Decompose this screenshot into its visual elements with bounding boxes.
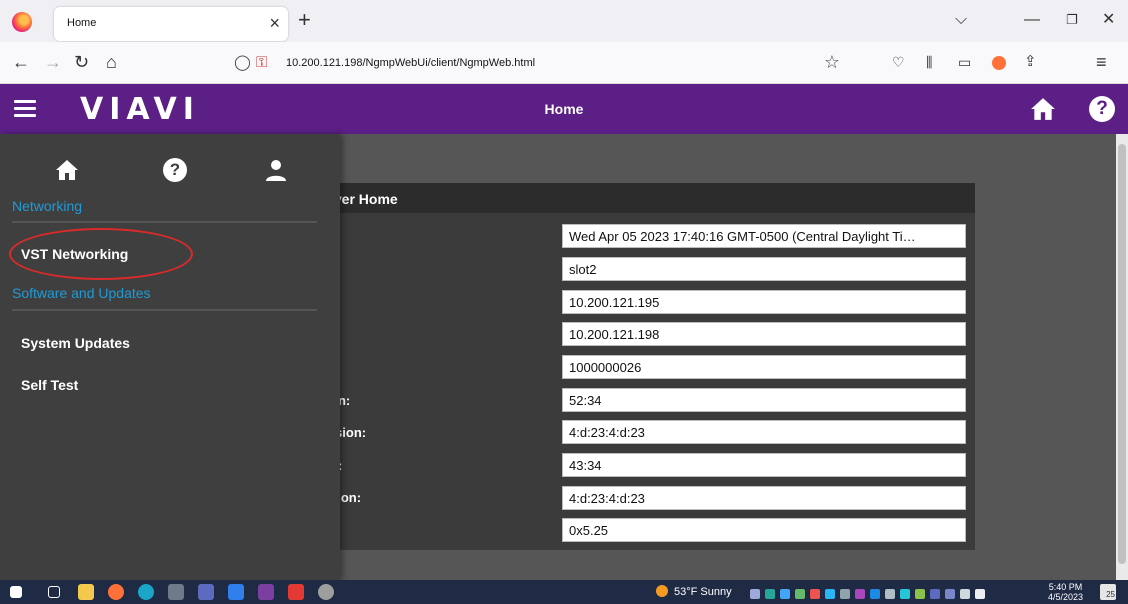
back-arrow-icon[interactable]: ← <box>12 51 30 73</box>
firefox-icon[interactable] <box>108 584 124 600</box>
window-close-icon[interactable]: ✕ <box>1102 8 1115 32</box>
serial-number-field: 1000000026 <box>562 355 966 379</box>
pocket-icon[interactable]: ♡ <box>892 51 905 73</box>
menu-item-self-test[interactable]: Self Test <box>21 377 78 393</box>
ip-address-field: 10.200.121.198 <box>562 322 966 346</box>
divider <box>12 221 317 223</box>
system-tray[interactable] <box>750 586 1030 599</box>
minimize-icon[interactable]: — <box>1024 8 1040 32</box>
tab-title: Home <box>67 17 97 29</box>
forward-arrow-icon[interactable]: → <box>44 51 62 73</box>
windows-taskbar: 53°F Sunny 5:40 PM 4/5/2023 25 <box>0 580 1128 604</box>
version-field: 4:d:23:4:d:23 <box>562 420 966 444</box>
task-view-icon[interactable] <box>48 586 60 598</box>
outlook-icon[interactable] <box>228 584 244 600</box>
slot-field: slot2 <box>562 257 966 281</box>
clock-time: 5:40 PM <box>1048 582 1083 592</box>
weather-widget[interactable]: 53°F Sunny <box>656 585 732 598</box>
shield-icon[interactable]: ◯ <box>234 54 251 72</box>
browser-nav-bar: ← → ↻ ⌂ ◯ ⚿ 10.200.121.198/NgmpWebUi/cli… <box>0 42 1128 84</box>
card-header: iver Home <box>330 183 975 213</box>
firefox-logo-icon[interactable] <box>12 12 32 32</box>
extension-icon[interactable] <box>992 56 1006 70</box>
acrobat-icon[interactable] <box>288 584 304 600</box>
highlight-annotation <box>9 228 193 280</box>
restore-icon[interactable]: ❐ <box>1066 8 1078 32</box>
date-time-field: Wed Apr 05 2023 17:40:16 GMT-0500 (Centr… <box>562 224 966 248</box>
chevron-down-icon[interactable]: ⌵ <box>955 8 967 32</box>
menu-item-system-updates[interactable]: System Updates <box>21 335 130 351</box>
close-icon[interactable]: × <box>269 13 280 33</box>
home-icon[interactable] <box>55 158 79 182</box>
weather-text: 53°F Sunny <box>674 586 732 598</box>
user-icon[interactable] <box>264 158 288 182</box>
reload-icon[interactable]: ↻ <box>74 51 89 73</box>
notification-icon[interactable]: 25 <box>1100 584 1116 600</box>
page-title: Home <box>544 101 584 117</box>
app-icon[interactable] <box>318 584 334 600</box>
taskbar-clock[interactable]: 5:40 PM 4/5/2023 <box>1048 582 1083 602</box>
library-icon[interactable]: ⫼ <box>926 51 932 73</box>
hardware-version-field: 0x5.25 <box>562 518 966 542</box>
version-field: 52:34 <box>562 388 966 412</box>
windows-start-icon[interactable] <box>10 586 22 598</box>
app-header: VIAVI Home ? <box>0 84 1128 134</box>
new-tab-icon[interactable]: + <box>298 8 311 32</box>
notification-count: 25 <box>1106 590 1115 599</box>
help-icon[interactable]: ? <box>163 158 187 182</box>
card-title: iver Home <box>330 191 398 207</box>
file-explorer-icon[interactable] <box>78 584 94 600</box>
side-drawer: ? Networking VST Networking Software and… <box>0 134 340 580</box>
scroll-thumb[interactable] <box>1118 144 1126 564</box>
sidebar-icon[interactable]: ▭ <box>958 51 971 73</box>
help-icon[interactable]: ? <box>1089 96 1115 122</box>
url-text[interactable]: 10.200.121.198/NgmpWebUi/client/NgmpWeb.… <box>286 57 535 69</box>
menu-icon[interactable]: ≡ <box>1096 51 1107 73</box>
url-bar[interactable]: ◯ ⚿ 10.200.121.198/NgmpWebUi/client/Ngmp… <box>232 48 848 78</box>
insecure-lock-icon[interactable]: ⚿ <box>256 54 267 72</box>
app-icon[interactable] <box>258 584 274 600</box>
home-icon[interactable]: ⌂ <box>106 51 117 73</box>
scrollbar[interactable] <box>1116 134 1128 580</box>
browser-tab-home[interactable]: Home × <box>54 7 288 41</box>
home-icon[interactable] <box>1030 96 1056 122</box>
section-software-updates: Software and Updates <box>12 285 151 301</box>
share-icon[interactable]: ⇪ <box>1024 51 1037 73</box>
ip-address-field: 10.200.121.195 <box>562 290 966 314</box>
sun-icon <box>656 585 668 597</box>
divider <box>12 309 317 311</box>
calculator-icon[interactable] <box>168 584 184 600</box>
edge-icon[interactable] <box>138 584 154 600</box>
app-icon[interactable] <box>198 584 214 600</box>
section-networking: Networking <box>12 198 83 214</box>
browser-tab-strip: Home × + ⌵ — ❐ ✕ <box>0 0 1128 42</box>
version-field: 43:34 <box>562 453 966 477</box>
bookmark-star-icon[interactable]: ☆ <box>824 52 840 73</box>
version-field: 4:d:23:4:d:23 <box>562 486 966 510</box>
clock-date: 4/5/2023 <box>1048 592 1084 602</box>
